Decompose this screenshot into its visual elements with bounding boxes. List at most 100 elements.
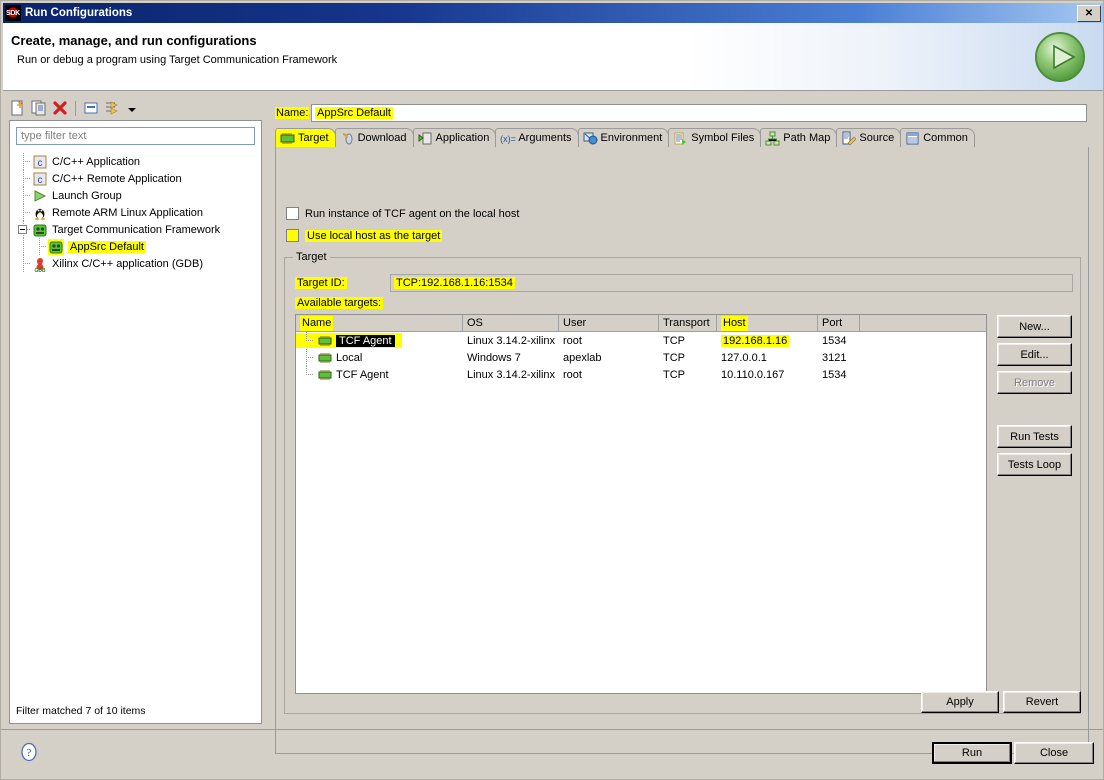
tree-item-xilinx-gdb-application[interactable]: GDB Xilinx C/C++ application (GDB) xyxy=(10,255,261,274)
checkbox-box[interactable] xyxy=(286,207,299,220)
checkbox-label: Run instance of TCF agent on the local h… xyxy=(305,207,520,220)
configuration-tabs: Target Download Application (x)= Argumen… xyxy=(275,128,1089,147)
cell-transport: TCP xyxy=(663,351,685,364)
target-id-field[interactable]: TCP:192.168.1.16:1534 xyxy=(390,274,1073,292)
cell-user: root xyxy=(563,334,582,347)
launch-group-icon xyxy=(32,188,48,204)
duplicate-icon[interactable] xyxy=(30,99,48,117)
tree-item-launch-group[interactable]: Launch Group xyxy=(10,187,261,204)
tcf-icon xyxy=(32,222,48,238)
tree-item-appsrc-default[interactable]: AppSrc Default xyxy=(10,238,261,255)
tab-download[interactable]: Download xyxy=(334,128,414,147)
chevron-down-icon[interactable] xyxy=(128,107,136,112)
collapse-all-icon[interactable] xyxy=(82,99,100,117)
cell-port: 3121 xyxy=(822,351,847,364)
svg-text:GDB: GDB xyxy=(34,268,46,272)
tab-source[interactable]: Source xyxy=(836,128,902,147)
target-chip-icon xyxy=(318,369,332,381)
tree-expander-icon[interactable] xyxy=(18,225,27,234)
page-title: Create, manage, and run configurations xyxy=(11,33,257,48)
row-guide xyxy=(296,349,318,366)
table-row[interactable]: TCF Agent Linux 3.14.2-xilinx root TCP 1… xyxy=(296,366,986,383)
close-button[interactable]: Close xyxy=(1014,742,1094,764)
available-targets-table[interactable]: Name OS User Transport Host Port TCF Age… xyxy=(295,314,987,694)
tree-item-c-remote-application[interactable]: c C/C++ Remote Application xyxy=(10,170,261,187)
remove-button: Remove xyxy=(997,371,1072,394)
arguments-icon: (x)= xyxy=(500,131,516,146)
tree-item-remote-arm-linux-application[interactable]: Remote ARM Linux Application xyxy=(10,204,261,221)
tab-arguments[interactable]: (x)= Arguments xyxy=(495,128,579,147)
search-input[interactable]: type filter text xyxy=(16,127,255,145)
tree-item-label: Xilinx C/C++ application (GDB) xyxy=(52,257,204,270)
tree-item-label: Launch Group xyxy=(52,189,122,202)
tree-item-label: C/C++ Remote Application xyxy=(52,172,182,185)
run-green-play-icon xyxy=(1033,30,1087,84)
cell-name: Local xyxy=(336,351,363,364)
cell-name: TCF Agent xyxy=(336,368,389,381)
symbol-files-icon xyxy=(673,131,688,146)
name-input-value: AppSrc Default xyxy=(315,107,393,119)
new-launch-configuration-icon[interactable] xyxy=(9,99,27,117)
tab-label: Application xyxy=(435,132,490,144)
revert-button[interactable]: Revert xyxy=(1003,691,1081,713)
group-title: Target xyxy=(293,251,330,263)
filter-status-text: Filter matched 7 of 10 items xyxy=(16,705,146,717)
run-tests-button[interactable]: Run Tests xyxy=(997,425,1072,448)
tab-label: Common xyxy=(923,132,968,144)
tab-application[interactable]: Application xyxy=(412,128,497,147)
edit-button[interactable]: Edit... xyxy=(997,343,1072,366)
run-button[interactable]: Run xyxy=(932,742,1012,764)
delete-red-x-icon[interactable] xyxy=(51,99,69,117)
column-header-host[interactable]: Host xyxy=(717,315,818,331)
cell-name: TCF Agent xyxy=(336,334,395,347)
common-icon xyxy=(905,131,920,146)
close-icon[interactable]: ✕ xyxy=(1077,5,1101,22)
c-app-icon: c xyxy=(32,154,48,170)
target-group-box: Target Target ID: TCP:192.168.1.16:1534 … xyxy=(284,251,1081,714)
cell-transport: TCP xyxy=(663,368,685,381)
name-row: Name: AppSrc Default xyxy=(275,104,1089,122)
column-header-port[interactable]: Port xyxy=(818,315,860,331)
table-row[interactable]: Local Windows 7 apexlab TCP 127.0.0.1 31… xyxy=(296,349,986,366)
launch-config-tree-panel: type filter text c C/C++ Application c C… xyxy=(9,96,262,724)
dialog-header: Create, manage, and run configurations R… xyxy=(3,23,1103,91)
available-targets-label: Available targets: xyxy=(295,297,384,309)
tab-common[interactable]: Common xyxy=(900,128,975,147)
checkbox-use-local-host-target[interactable]: Use local host as the target xyxy=(286,229,443,242)
column-header-os[interactable]: OS xyxy=(463,315,559,331)
apply-button[interactable]: Apply xyxy=(921,691,999,713)
checkbox-run-tcf-agent-local[interactable]: Run instance of TCF agent on the local h… xyxy=(286,207,519,220)
tree-toolbar xyxy=(9,96,262,120)
tree-item-target-communication-framework[interactable]: Target Communication Framework xyxy=(10,221,261,238)
tcf-icon xyxy=(48,238,64,255)
column-header-spacer[interactable] xyxy=(860,315,986,331)
filter-icon[interactable] xyxy=(103,99,121,117)
tab-path-map[interactable]: Path Map xyxy=(760,128,838,147)
tab-symbol-files[interactable]: Symbol Files xyxy=(668,128,762,147)
tree-item-c-application[interactable]: c C/C++ Application xyxy=(10,153,261,170)
tab-label: Environment xyxy=(600,132,663,144)
tab-environment[interactable]: Environment xyxy=(577,128,670,147)
cell-user: root xyxy=(563,368,582,381)
tab-label: Source xyxy=(859,132,895,144)
column-header-transport[interactable]: Transport xyxy=(659,315,717,331)
svg-text:?: ? xyxy=(27,747,32,759)
name-input[interactable]: AppSrc Default xyxy=(311,104,1087,122)
checkbox-box[interactable] xyxy=(286,229,299,242)
sdk-icon: SDK xyxy=(5,5,21,21)
footer-separator xyxy=(1,729,1103,730)
new-button[interactable]: New... xyxy=(997,315,1072,338)
target-id-value: TCP:192.168.1.16:1534 xyxy=(394,277,515,289)
svg-text:c: c xyxy=(38,175,43,186)
tests-loop-button[interactable]: Tests Loop xyxy=(997,453,1072,476)
column-header-user[interactable]: User xyxy=(559,315,659,331)
table-row[interactable]: TCF Agent Linux 3.14.2-xilinx root TCP 1… xyxy=(296,332,986,349)
column-header-name[interactable]: Name xyxy=(296,315,463,331)
c-app-icon: c xyxy=(32,171,48,187)
help-question-icon[interactable]: ? xyxy=(19,742,39,762)
target-id-label: Target ID: xyxy=(295,277,347,289)
cell-port: 1534 xyxy=(822,334,847,347)
target-tab-pane: Run instance of TCF agent on the local h… xyxy=(275,147,1089,754)
cell-os: Windows 7 xyxy=(467,351,521,364)
tab-target[interactable]: Target xyxy=(275,128,336,147)
